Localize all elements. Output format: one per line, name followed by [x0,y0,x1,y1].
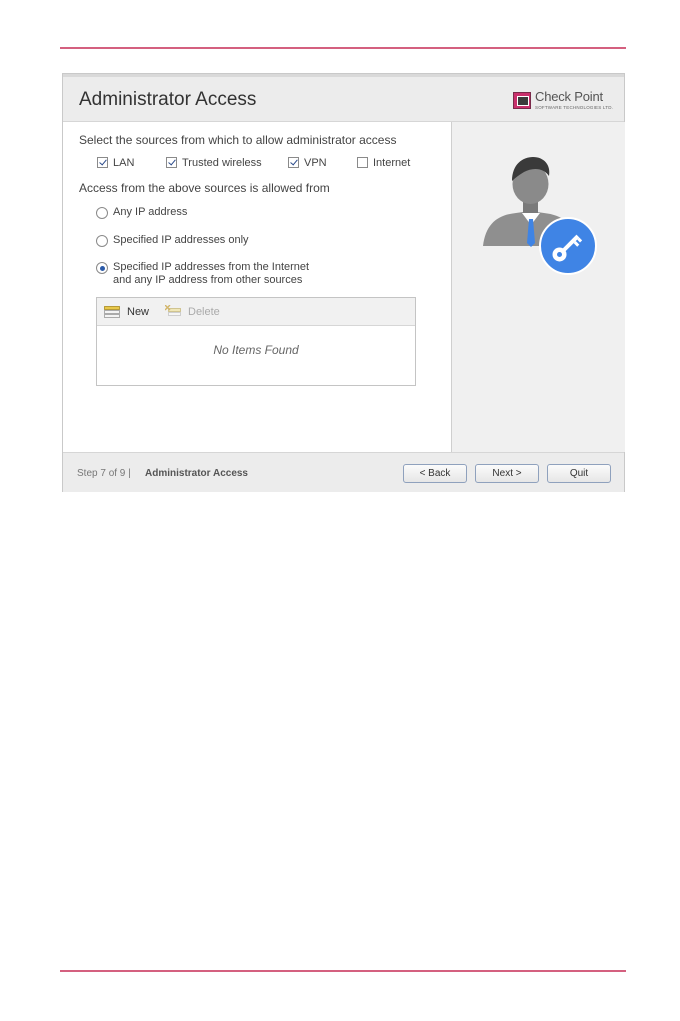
ip-address-table[interactable]: New Delete No Items Found [96,297,416,386]
delete-label: Delete [188,306,220,318]
step-indicator: Step 7 of 9 | [77,468,131,479]
wizard-window: Administrator Access Check Point SOFTWAR… [62,73,625,492]
internet-specified-label-line1: Specified IP addresses from the Internet [113,261,310,273]
any-ip-label: Any IP address [113,206,188,218]
internet-checkbox[interactable] [357,157,368,168]
logo-name: Check Point [535,89,603,104]
lan-checkbox[interactable] [97,157,108,168]
quit-button[interactable]: Quit [547,464,611,483]
check-point-logo: Check Point SOFTWARE TECHNOLOGIES LTD. [513,89,614,113]
vpn-checkbox[interactable] [288,157,299,168]
next-button[interactable]: Next > [475,464,539,483]
lan-label: LAN [113,157,135,169]
page-bottom-rule [60,970,626,972]
admin-user-icon [483,157,597,275]
step-page-name: Administrator Access [145,468,248,479]
back-button[interactable]: < Back [403,464,467,483]
any-ip-radio[interactable] [96,207,108,219]
access-heading: Access from the above sources is allowed… [79,181,330,195]
internet-specified-radio[interactable] [96,262,108,274]
wizard-content: Select the sources from which to allow a… [63,122,451,452]
sources-heading: Select the sources from which to allow a… [79,133,397,147]
trusted-wireless-checkbox[interactable] [166,157,177,168]
specified-ip-radio[interactable] [96,235,108,247]
vpn-label: VPN [304,157,327,169]
wizard-header: Administrator Access Check Point SOFTWAR… [63,74,624,122]
empty-table-message: No Items Found [213,343,299,357]
new-label: New [127,306,150,318]
table-toolbar: New Delete [97,298,415,326]
internet-specified-label-line2: and any IP address from other sources [113,274,303,286]
new-item-icon [104,306,120,318]
side-illustration-panel [451,122,625,452]
check-point-logo-icon [513,92,531,109]
delete-item-icon [165,305,181,316]
specified-ip-label: Specified IP addresses only [113,234,249,246]
page-title: Administrator Access [79,89,257,110]
logo-tagline: SOFTWARE TECHNOLOGIES LTD. [535,105,614,110]
wizard-footer: Step 7 of 9 | Administrator Access < Bac… [63,452,624,492]
internet-label: Internet [373,157,411,169]
trusted-wireless-label: Trusted wireless [182,157,262,169]
page-top-rule [60,47,626,49]
